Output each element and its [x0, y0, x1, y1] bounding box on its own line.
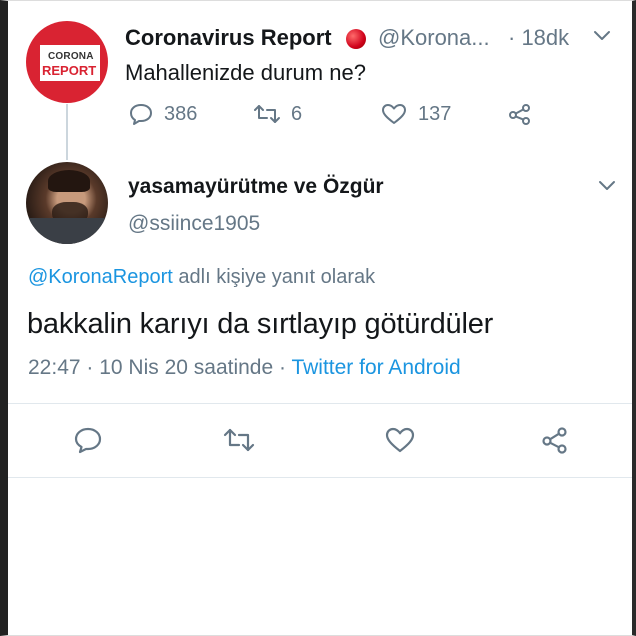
share-icon[interactable] — [540, 424, 570, 456]
main-handle[interactable]: @ssiince1905 — [128, 212, 260, 236]
like-count: 137 — [418, 103, 452, 125]
main-tweet-text: bakkalin karıyı da sırtlayıp götürdüler — [27, 308, 494, 340]
reply-to-handle[interactable]: @KoronaReport — [28, 266, 173, 288]
avatar-logo-top: CORONA — [48, 51, 94, 62]
reply-icon[interactable] — [73, 426, 103, 454]
main-avatar[interactable] — [26, 162, 108, 244]
chevron-down-icon[interactable] — [592, 29, 612, 43]
parent-handle[interactable]: @Korona... — [378, 25, 490, 51]
avatar-logo-bottom: REPORT — [42, 63, 97, 78]
red-dot-icon — [346, 29, 366, 49]
like-icon[interactable] — [384, 426, 416, 454]
source-link[interactable]: Twitter for Android — [291, 356, 460, 379]
retweet-icon[interactable] — [252, 102, 282, 126]
parent-avatar[interactable]: CORONA REPORT — [26, 21, 108, 103]
parent-display-name[interactable]: Coronavirus Report — [125, 25, 332, 51]
like-icon[interactable] — [380, 102, 408, 126]
reply-count: 386 — [164, 103, 198, 125]
tweet-meta: 22:47 · 10 Nis 20 saatinde · Twitter for… — [28, 356, 461, 380]
retweet-count: 6 — [291, 103, 303, 125]
reply-context: @KoronaReport adlı kişiye yanıt olarak — [28, 266, 375, 289]
divider — [8, 403, 632, 404]
parent-time[interactable]: · 18dk — [508, 25, 569, 51]
reply-to-suffix: adlı kişiye yanıt olarak — [172, 266, 376, 288]
main-display-name[interactable]: yasamayürütme ve Özgür — [128, 175, 384, 199]
thread-line — [66, 104, 68, 160]
parent-tweet-text: Mahallenizde durum ne? — [125, 60, 366, 85]
timestamp: 22:47 · 10 Nis 20 saatinde · — [28, 356, 292, 379]
chevron-down-icon[interactable] — [597, 179, 617, 193]
reply-icon[interactable] — [128, 102, 154, 126]
divider — [8, 477, 632, 478]
share-icon[interactable] — [507, 101, 533, 127]
retweet-icon[interactable] — [222, 426, 256, 454]
